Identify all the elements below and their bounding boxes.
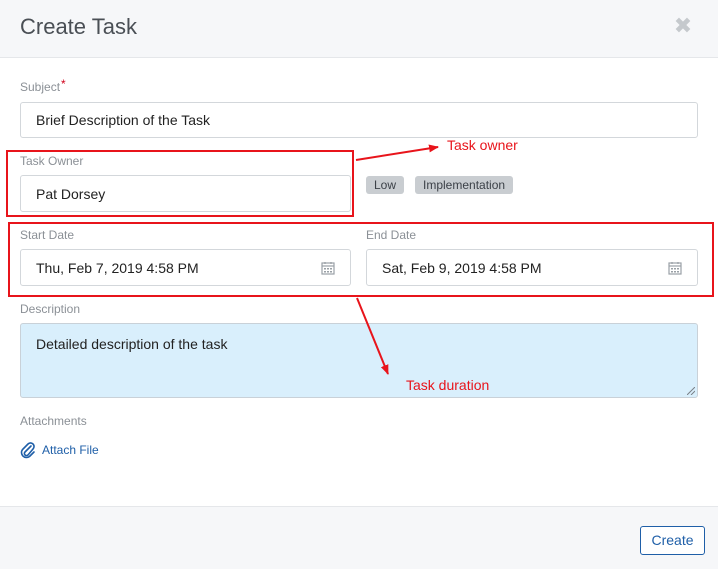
priority-badge: Low (366, 176, 405, 194)
description-textarea[interactable]: Detailed description of the task (20, 323, 698, 398)
dialog-header: Create Task ✖ (0, 0, 718, 58)
required-mark: * (61, 77, 66, 91)
create-button[interactable]: Create (640, 526, 705, 555)
attach-file-label: Attach File (42, 443, 99, 457)
attachments-label: Attachments (20, 414, 87, 428)
subject-label-text: Subject (20, 80, 61, 94)
resize-handle-icon[interactable] (687, 387, 695, 395)
owner-annotation-box (6, 150, 354, 217)
subject-input[interactable]: Brief Description of the Task (20, 102, 698, 138)
owner-arrow (355, 144, 439, 161)
subject-value: Brief Description of the Task (36, 112, 211, 128)
category-badge: Implementation (415, 176, 514, 194)
dialog-title: Create Task (20, 14, 137, 39)
owner-annotation-text: Task owner (447, 137, 518, 153)
duration-annotation-text: Task duration (406, 377, 490, 393)
close-icon[interactable]: ✖ (672, 15, 694, 37)
attach-file-link[interactable]: Attach File (20, 441, 99, 459)
description-label: Description (20, 302, 81, 316)
description-value: Detailed description of the task (36, 336, 228, 352)
paperclip-icon (20, 442, 35, 459)
subject-label: Subject* (20, 77, 66, 94)
duration-annotation-box (8, 222, 714, 297)
dialog-footer (0, 506, 718, 569)
